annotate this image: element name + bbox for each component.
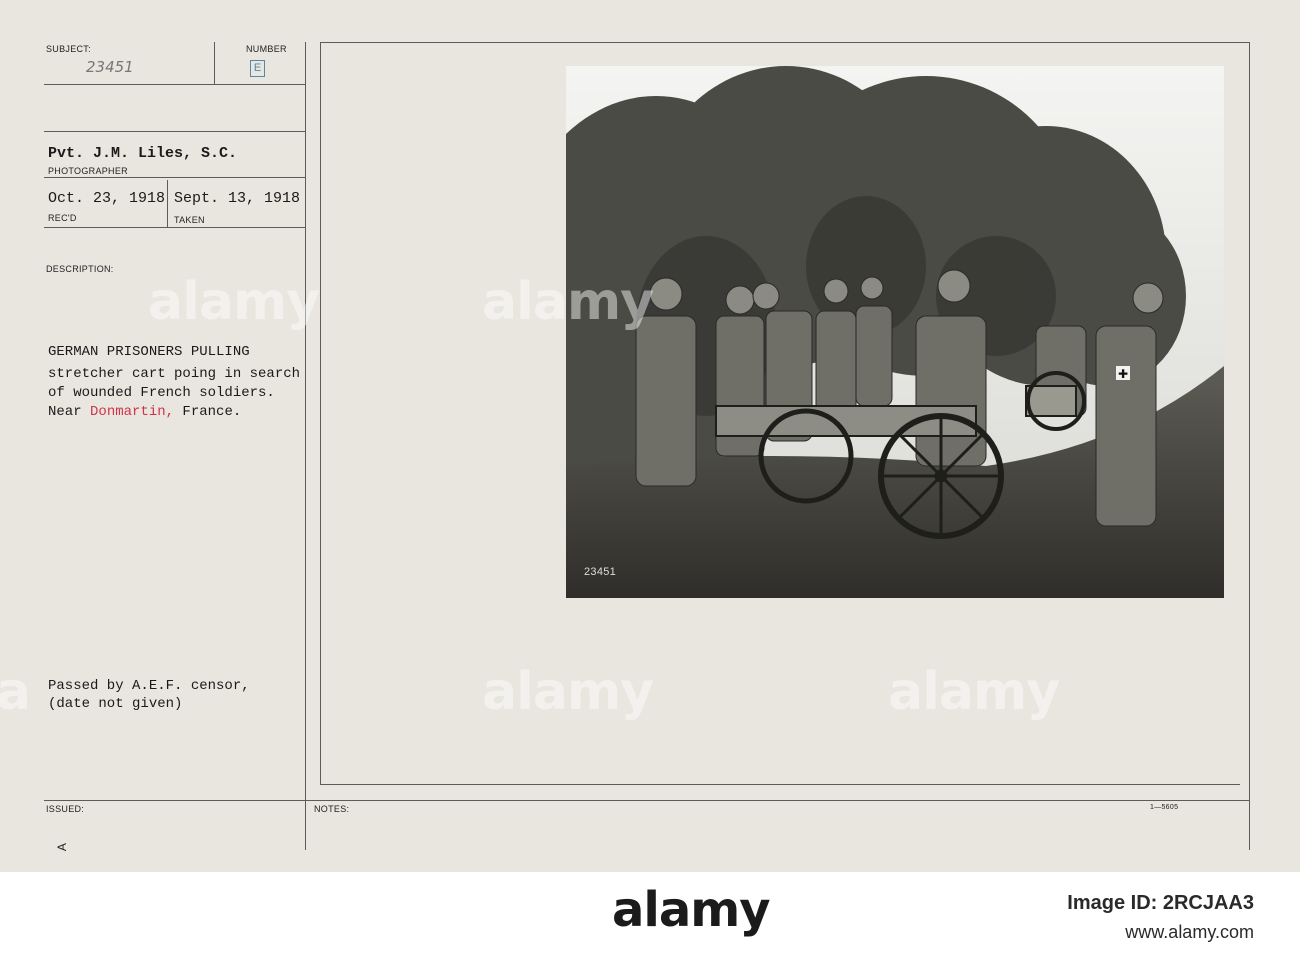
form-number: 1—5605 (1150, 804, 1179, 811)
left-top-rule (44, 84, 306, 85)
description-location: Near Donmartin, France. (48, 404, 241, 420)
description-line-2: stretcher cart poing in search (48, 366, 301, 382)
mount-top (320, 42, 1250, 43)
watermark-center-bottom: alamy (482, 662, 654, 722)
censor-line-2: (date not given) (48, 696, 183, 712)
issued-rule (44, 800, 1250, 801)
watermark-center-top: alamy (482, 272, 654, 332)
taken-label: TAKEN (174, 215, 205, 225)
mount-bottom (320, 784, 1240, 785)
number-label: NUMBER (246, 44, 287, 54)
description-label: DESCRIPTION: (46, 264, 114, 274)
photographer-rule (44, 177, 306, 178)
photographer-name: Pvt. J.M. Liles, S.C. (48, 145, 238, 162)
location-suffix: France. (174, 404, 242, 420)
subject-number: 23451 (86, 58, 134, 76)
received-date: Oct. 23, 1918 (48, 190, 166, 207)
watermark-right-bottom: alamy (888, 662, 1060, 722)
war-photograph: ✚ 23451 (566, 66, 1224, 598)
number-stamp: E (250, 60, 265, 77)
mount-right (1249, 42, 1250, 850)
footer-logo[interactable]: alamy (612, 882, 771, 938)
censor-line-1: Passed by A.E.F. censor, (48, 678, 250, 694)
issued-label: ISSUED: (46, 804, 85, 814)
number-divider (214, 42, 215, 84)
received-label: REC'D (48, 213, 77, 223)
site-url[interactable]: www.alamy.com (1125, 922, 1254, 943)
notes-label: NOTES: (314, 804, 350, 814)
location-prefix: Near (48, 404, 91, 420)
watermark-left-top: alamy (148, 272, 320, 332)
image-id: Image ID: 2RCJAA3 (1067, 892, 1254, 914)
photographer-label: PHOTOGRAPHER (48, 166, 128, 176)
subject-label: SUBJECT: (46, 44, 91, 54)
location-place: Donmartin, (90, 404, 175, 420)
left-column-border (305, 42, 306, 850)
photo-caption-number: 23451 (584, 566, 617, 578)
archive-card: SUBJECT: 23451 NUMBER E Pvt. J.M. Liles,… (0, 0, 1300, 872)
watermark-left-edge: a (0, 662, 31, 722)
photograph-scene: ✚ (566, 66, 1224, 598)
issued-mark: A (55, 842, 70, 852)
taken-date: Sept. 13, 1918 (174, 190, 301, 207)
photographer-top-rule (44, 131, 306, 132)
footer-strip: alamy Image ID: 2RCJAA3 www.alamy.com (0, 872, 1300, 962)
dates-divider (167, 180, 168, 227)
red-cross-icon: ✚ (1118, 367, 1128, 381)
mount-left (320, 42, 321, 784)
description-line-1: GERMAN PRISONERS PULLING (48, 344, 250, 360)
dates-rule (44, 227, 306, 228)
description-line-3: of wounded French soldiers. (48, 385, 275, 401)
